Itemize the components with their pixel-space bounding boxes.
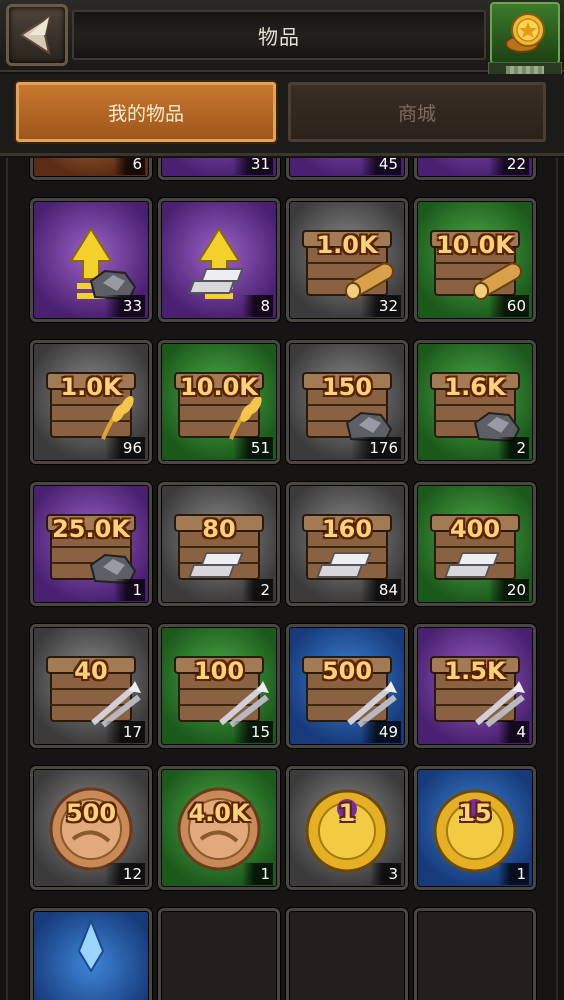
item-amount-label: 1 [338, 799, 356, 827]
item-quantity: 51 [232, 437, 273, 459]
item-slot[interactable]: 33 [30, 198, 152, 322]
item-slot[interactable]: 10.0K 51 [158, 340, 280, 464]
item-slot[interactable] [30, 908, 152, 1000]
item-slot[interactable]: 400 20 [414, 482, 536, 606]
item-slot[interactable]: 1.0K 96 [30, 340, 152, 464]
item-slot[interactable]: 45 [286, 158, 408, 180]
item-quantity: 49 [360, 721, 401, 743]
item-slot[interactable]: 40 17 [30, 624, 152, 748]
item-amount-label: 10.0K [436, 231, 514, 259]
empty-slot-icon [289, 911, 405, 1000]
item-slot[interactable]: 500 12 [30, 766, 152, 890]
item-slot[interactable]: 1.5K 4 [414, 624, 536, 748]
page-title: 物品 [258, 24, 300, 49]
gold-coin-icon [505, 13, 545, 53]
item-quantity: 1 [242, 863, 273, 885]
item-quantity: 32 [360, 295, 401, 317]
item-quantity: 8 [242, 295, 273, 317]
tab-shop[interactable]: 商城 [288, 82, 546, 142]
empty-slot-icon [417, 911, 533, 1000]
item-slot[interactable]: 1.0K 32 [286, 198, 408, 322]
item-slot[interactable] [414, 908, 536, 1000]
item-quantity: 176 [351, 437, 401, 459]
item-slot[interactable]: 80 2 [158, 482, 280, 606]
crystal-icon [77, 918, 105, 973]
item-grid-scroll[interactable]: 6 31 45 22 33 8 1.0K 32 10.0K 60 1.0K 96 10.0K 51 150 1… [6, 158, 558, 1000]
item-slot[interactable] [286, 908, 408, 1000]
item-quantity: 4 [498, 721, 529, 743]
item-slot[interactable]: 160 84 [286, 482, 408, 606]
item-quantity: 3 [370, 863, 401, 885]
item-slot[interactable]: 100 15 [158, 624, 280, 748]
item-amount-label: 400 [449, 515, 501, 543]
item-slot[interactable]: 22 [414, 158, 536, 180]
title-bar: 物品 [72, 10, 486, 60]
item-slot[interactable]: 500 49 [286, 624, 408, 748]
item-quantity: 60 [488, 295, 529, 317]
item-quantity: 31 [232, 158, 273, 175]
item-amount-label: 1.6K [444, 373, 506, 401]
item-amount-label: 4.0K [188, 799, 250, 827]
item-slot[interactable]: 6 [30, 158, 152, 180]
item-amount-label: 100 [193, 657, 245, 685]
item-amount-label: 25.0K [52, 515, 130, 543]
item-slot[interactable]: 13 [286, 766, 408, 890]
item-slot[interactable]: 25.0K 1 [30, 482, 152, 606]
item-amount-label: 1.0K [60, 373, 122, 401]
back-arrow-icon [19, 14, 51, 56]
item-amount-label: 10.0K [180, 373, 258, 401]
item-quantity: 1 [114, 579, 145, 601]
item-slot[interactable]: 10.0K 60 [414, 198, 536, 322]
item-slot[interactable]: 4.0K 1 [158, 766, 280, 890]
gold-coins-button[interactable] [490, 2, 560, 64]
item-quantity: 2 [498, 437, 529, 459]
item-amount-label: 500 [65, 799, 117, 827]
item-slot[interactable]: 1.6K 2 [414, 340, 536, 464]
item-quantity: 6 [114, 158, 145, 175]
item-amount-label: 1.0K [316, 231, 378, 259]
top-bar: 物品 [0, 0, 564, 80]
item-quantity: 45 [360, 158, 401, 175]
item-amount-label: 40 [74, 657, 108, 685]
item-slot[interactable]: 8 [158, 198, 280, 322]
item-quantity: 12 [104, 863, 145, 885]
item-amount-label: 500 [321, 657, 373, 685]
item-amount-label: 80 [202, 515, 236, 543]
item-quantity: 1 [498, 863, 529, 885]
tab-bar: 我的物品 商城 [0, 74, 564, 156]
item-quantity: 33 [104, 295, 145, 317]
tab-my-items[interactable]: 我的物品 [16, 82, 276, 142]
item-slot[interactable]: 31 [158, 158, 280, 180]
item-slot[interactable]: 15 1 [414, 766, 536, 890]
item-quantity: 84 [360, 579, 401, 601]
item-quantity: 22 [488, 158, 529, 175]
item-quantity: 20 [488, 579, 529, 601]
empty-slot-icon [161, 911, 277, 1000]
item-amount-label: 1.5K [444, 657, 506, 685]
item-amount-label: 150 [321, 373, 373, 401]
item-quantity: 96 [104, 437, 145, 459]
back-button[interactable] [6, 4, 68, 66]
item-grid: 6 31 45 22 33 8 1.0K 32 10.0K 60 1.0K 96 10.0K 51 150 1… [30, 158, 540, 1000]
item-slot[interactable]: 150 176 [286, 340, 408, 464]
item-quantity: 17 [104, 721, 145, 743]
item-slot[interactable] [158, 908, 280, 1000]
item-amount-label: 160 [321, 515, 373, 543]
item-quantity: 15 [232, 721, 273, 743]
item-quantity: 2 [242, 579, 273, 601]
item-amount-label: 15 [458, 799, 492, 827]
